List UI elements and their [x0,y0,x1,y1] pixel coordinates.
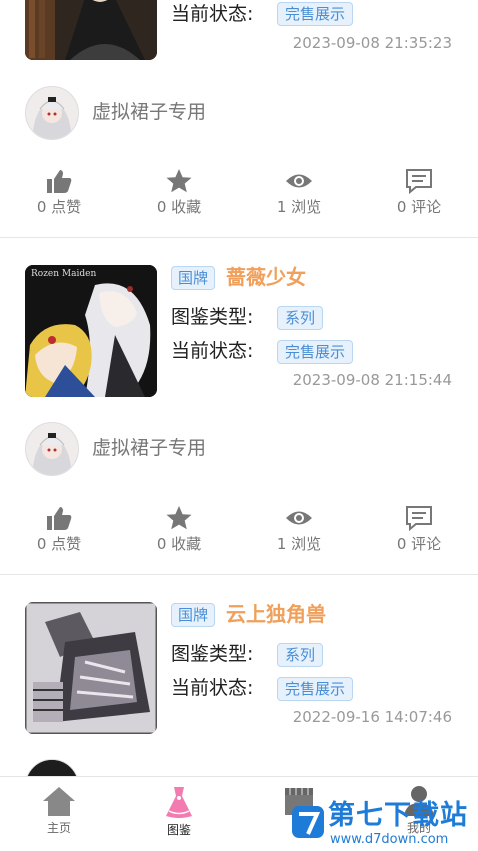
feed-list: 当前状态: 完售展示 2023-09-08 21:35:23 虚拟裙子专用 0 … [0,0,478,776]
author-row[interactable] [25,759,445,776]
catalog-card[interactable]: Rozen Maiden 国牌 蔷薇少女 图鉴类型: 系列 当前状态: 完售展示… [0,238,478,575]
view-count: 1 浏览 [276,198,322,216]
status-badge: 完售展示 [277,2,354,26]
tab-home-label: 主页 [46,821,71,835]
views-button[interactable]: 1 浏览 [249,505,349,553]
status-badge: 完售展示 [277,340,354,364]
tab-catalog[interactable]: 图鉴 [139,785,219,838]
item-title[interactable]: 云上独角兽 [226,601,326,627]
catalog-card[interactable]: 国牌 云上独角兽 图鉴类型: 系列 当前状态: 完售展示 2022-09-16 … [0,575,478,776]
tab-home[interactable]: 主页 [19,785,99,836]
status-badge: 完售展示 [277,677,354,701]
comment-count: 0 评论 [396,535,442,553]
card-thumbnail[interactable] [25,0,157,60]
watermark-logo-icon [292,806,324,838]
views-button[interactable]: 1 浏览 [249,168,349,216]
view-count: 1 浏览 [276,535,322,553]
brand-badge: 国牌 [171,266,216,290]
comment-button[interactable]: 0 评论 [369,168,469,216]
author-name[interactable]: 虚拟裙子专用 [92,435,206,461]
like-count: 0 点赞 [36,198,82,216]
type-label: 图鉴类型: [171,643,254,665]
watermark-url: www.d7down.com [330,832,449,847]
favorite-button[interactable]: 0 收藏 [129,168,229,216]
comment-icon [406,506,432,531]
author-row[interactable]: 虚拟裙子专用 [25,422,445,478]
tab-catalog-label: 图鉴 [166,823,191,837]
type-label: 图鉴类型: [171,306,254,328]
like-button[interactable]: 0 点赞 [9,168,109,216]
type-badge: 系列 [277,643,324,667]
status-label: 当前状态: [171,677,254,699]
catalog-card[interactable]: 当前状态: 完售展示 2023-09-08 21:35:23 虚拟裙子专用 0 … [0,0,478,238]
post-date: 2023-09-08 21:35:23 [292,34,452,52]
star-icon [166,506,192,530]
status-label: 当前状态: [171,3,254,25]
comment-button[interactable]: 0 评论 [369,505,469,553]
thumbs-up-icon [47,170,72,193]
watermark-title: 第七下载站 [328,800,468,831]
type-badge: 系列 [277,306,324,330]
action-bar: 0 点赞 0 收藏 1 浏览 0 评论 [0,505,478,561]
post-date: 2022-09-16 14:07:46 [292,708,452,726]
favorite-count: 0 收藏 [156,535,202,553]
favorite-button[interactable]: 0 收藏 [129,505,229,553]
comment-icon [406,169,432,194]
author-name[interactable]: 虚拟裙子专用 [92,99,206,125]
status-label: 当前状态: [171,340,254,362]
avatar[interactable] [25,422,79,476]
action-bar: 0 点赞 0 收藏 1 浏览 0 评论 [0,168,478,224]
item-title[interactable]: 蔷薇少女 [226,264,306,290]
thumbs-up-icon [47,507,72,530]
eye-icon [286,511,312,525]
card-thumbnail[interactable]: Rozen Maiden [25,265,157,397]
thumbnail-caption: Rozen Maiden [31,269,97,279]
like-button[interactable]: 0 点赞 [9,505,109,553]
avatar[interactable] [25,86,79,140]
watermark: 第七下载站 www.d7down.com [290,796,478,850]
home-icon [43,787,75,816]
avatar[interactable] [25,759,79,776]
dress-icon [166,787,192,818]
favorite-count: 0 收藏 [156,198,202,216]
author-row[interactable]: 虚拟裙子专用 [25,86,445,142]
eye-icon [286,174,312,188]
card-thumbnail[interactable] [25,602,157,734]
post-date: 2023-09-08 21:15:44 [292,371,452,389]
comment-count: 0 评论 [396,198,442,216]
star-icon [166,169,192,193]
like-count: 0 点赞 [36,535,82,553]
brand-badge: 国牌 [171,603,216,627]
